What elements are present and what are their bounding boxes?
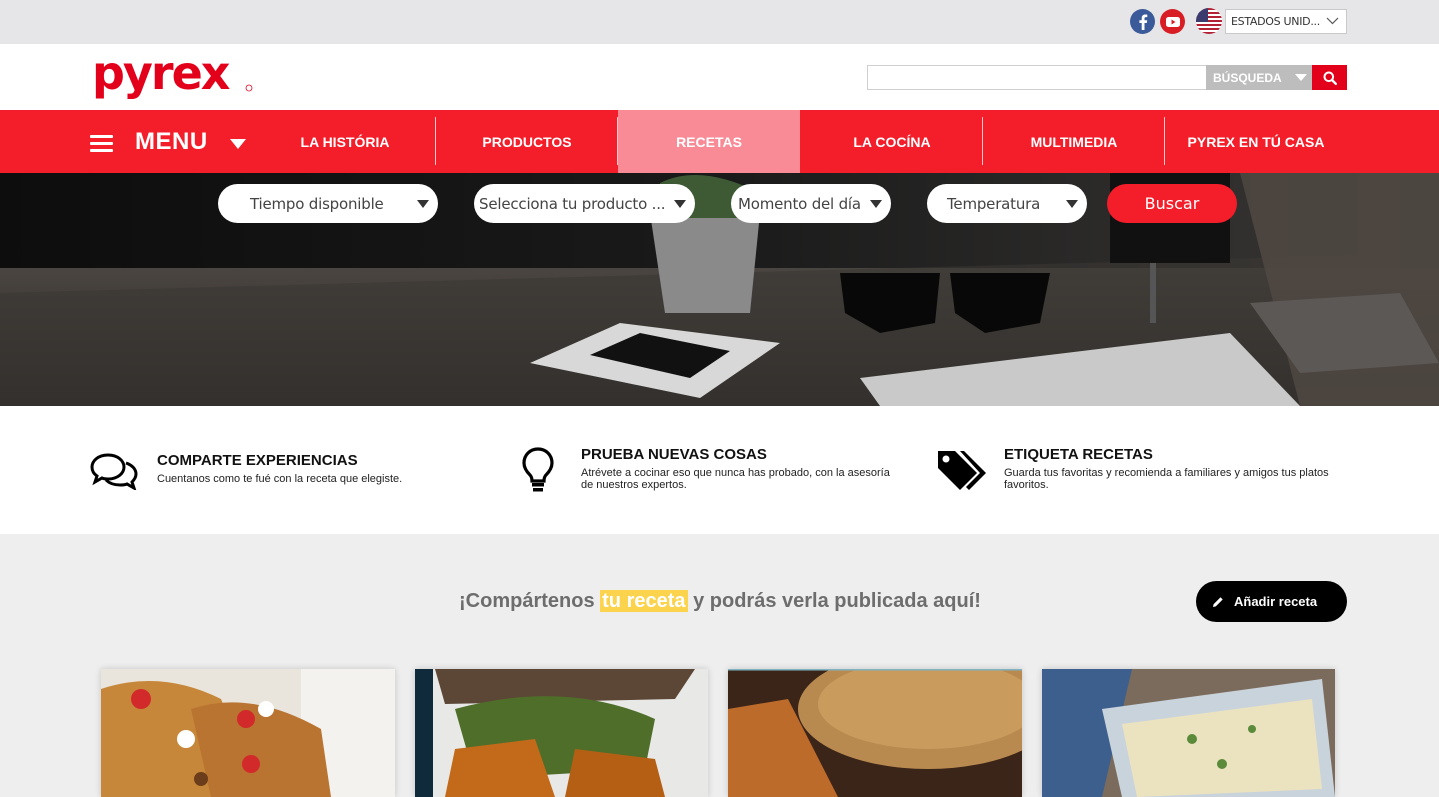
search-type-select[interactable]: BÚSQUEDA: [1206, 65, 1312, 90]
recipe-card[interactable]: [101, 669, 395, 797]
pencil-icon: [1213, 596, 1223, 607]
tiempo-filter-select[interactable]: Tiempo disponible: [218, 184, 438, 223]
caret-down-icon: [229, 138, 246, 149]
tags-icon: [938, 451, 986, 490]
caret-down-icon: [870, 200, 882, 208]
country-select[interactable]: ESTADOS UNID...: [1225, 9, 1347, 34]
search-icon: [1323, 71, 1337, 85]
nav-item-pyrex-en-tu-casa[interactable]: PYREX EN TÚ CASA: [1165, 110, 1347, 173]
feature-title: COMPARTE EXPERIENCIAS: [157, 452, 358, 469]
caret-down-icon: [674, 200, 686, 208]
features-section: COMPARTE EXPERIENCIAS Cuentanos como te …: [0, 406, 1439, 534]
producto-filter-select[interactable]: Selecciona tu producto ...: [474, 184, 695, 223]
hamburger-icon: [90, 135, 113, 152]
caret-down-icon: [417, 200, 429, 208]
nav-item-historia[interactable]: LA HISTÓRIA: [254, 110, 436, 173]
us-flag-icon: [1196, 8, 1222, 34]
feature-description: Cuentanos como te fué con la receta que …: [157, 473, 403, 485]
share-heading-start: ¡Compártenos: [459, 590, 595, 612]
chevron-down-icon: [1326, 17, 1339, 25]
temperatura-filter-value: Temperatura: [947, 194, 1041, 213]
temperatura-filter-select[interactable]: Temperatura: [927, 184, 1087, 223]
search-input[interactable]: [867, 65, 1207, 90]
recipe-card[interactable]: [415, 669, 708, 797]
producto-filter-value: Selecciona tu producto ...: [479, 194, 666, 213]
recipe-image: [728, 669, 1022, 797]
recipe-card[interactable]: [1042, 669, 1335, 797]
menu-label: MENU: [135, 127, 208, 155]
recipe-card[interactable]: [728, 669, 1022, 797]
main-nav: MENU LA HISTÓRIA PRODUCTOS RECETAS LA CO…: [0, 110, 1439, 173]
youtube-icon[interactable]: [1160, 9, 1185, 34]
feature-title: PRUEBA NUEVAS COSAS: [581, 446, 767, 463]
pyrex-logo[interactable]: pyrex: [92, 46, 254, 107]
caret-down-icon: [1295, 74, 1307, 81]
caret-down-icon: [1066, 200, 1078, 208]
search-type-label: BÚSQUEDA: [1213, 71, 1282, 85]
recipe-image: [415, 669, 708, 797]
share-heading-highlight: tu receta: [600, 590, 688, 612]
facebook-icon[interactable]: [1130, 9, 1155, 34]
recipes-section: ¡Compártenos tu receta y podrás verla pu…: [0, 534, 1439, 797]
top-bar: ESTADOS UNID...: [0, 0, 1439, 44]
hero-banner: Tiempo disponible Selecciona tu producto…: [0, 173, 1439, 406]
feature-description: Guarda tus favoritas y recomienda a fami…: [1004, 467, 1329, 491]
header: pyrex BÚSQUEDA: [0, 44, 1439, 110]
buscar-button[interactable]: Buscar: [1107, 184, 1237, 223]
lightbulb-icon: [522, 447, 554, 492]
feature-title: ETIQUETA RECETAS: [1004, 446, 1153, 463]
country-select-value: ESTADOS UNID...: [1231, 15, 1320, 28]
momento-filter-value: Momento del día: [738, 194, 861, 213]
share-heading: ¡Compártenos tu receta y podrás verla pu…: [459, 590, 981, 613]
logo-text: pyrex: [92, 54, 230, 100]
tiempo-filter-value: Tiempo disponible: [250, 194, 384, 213]
recipe-image: [101, 669, 395, 797]
chat-bubbles-icon: [90, 453, 138, 490]
add-recipe-label: Añadir receta: [1234, 594, 1318, 609]
add-recipe-button[interactable]: Añadir receta: [1196, 581, 1347, 622]
recipe-image: [1042, 669, 1335, 797]
nav-item-recetas[interactable]: RECETAS: [618, 110, 800, 173]
nav-item-cocina[interactable]: LA COCÍNA: [801, 110, 983, 173]
momento-filter-select[interactable]: Momento del día: [731, 184, 891, 223]
menu-button[interactable]: MENU: [90, 110, 246, 173]
nav-item-productos[interactable]: PRODUCTOS: [436, 110, 618, 173]
nav-item-multimedia[interactable]: MULTIMEDIA: [983, 110, 1165, 173]
search-button[interactable]: [1312, 65, 1347, 90]
feature-description: Atrévete a cocinar eso que nunca has pro…: [581, 467, 890, 491]
share-heading-end: y podrás verla publicada aquí!: [693, 590, 981, 612]
